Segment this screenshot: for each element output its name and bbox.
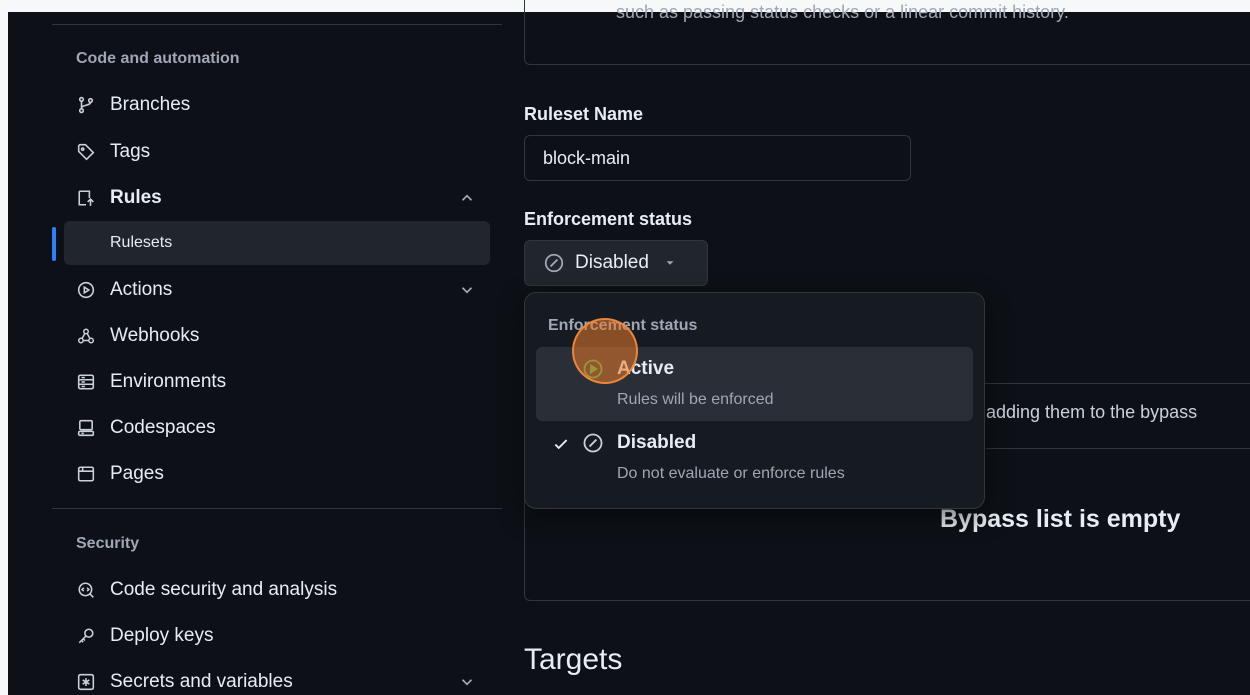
enforcement-status-label: Enforcement status bbox=[524, 209, 693, 229]
chevron-up-icon[interactable] bbox=[458, 189, 476, 207]
sidebar-item-rulesets[interactable]: Rulesets bbox=[64, 221, 490, 265]
sidebar-item-label: Codespaces bbox=[110, 417, 216, 438]
sidebar-item-label: Branches bbox=[110, 94, 191, 115]
sidebar-divider bbox=[52, 508, 502, 509]
sidebar-item-tags[interactable]: Tags bbox=[64, 131, 490, 173]
sidebar-heading-code-automation: Code and automation bbox=[76, 50, 240, 67]
sidebar-item-label: Environments bbox=[110, 371, 227, 392]
sidebar-item-label: Webhooks bbox=[110, 325, 200, 346]
sidebar-item-actions[interactable]: Actions bbox=[64, 269, 490, 311]
chevron-down-icon[interactable] bbox=[458, 673, 476, 691]
sidebar-item-label: Pages bbox=[110, 463, 164, 484]
enforcement-status-button[interactable]: Disabled bbox=[524, 240, 708, 286]
sidebar-item-deploy-keys[interactable]: Deploy keys bbox=[64, 615, 490, 657]
chevron-down-icon[interactable] bbox=[458, 281, 476, 299]
disabled-circle-icon bbox=[583, 433, 603, 453]
sidebar-item-label: Tags bbox=[110, 141, 151, 162]
codescan-icon bbox=[76, 580, 96, 600]
disabled-circle-icon bbox=[544, 253, 564, 273]
bypass-hint-text: adding them to the bypass bbox=[986, 402, 1198, 422]
check-icon bbox=[554, 439, 568, 450]
bypass-divider bbox=[986, 448, 1250, 449]
sidebar-item-label: Deploy keys bbox=[110, 625, 214, 646]
rules-icon bbox=[76, 188, 96, 208]
webhook-icon bbox=[76, 326, 96, 346]
click-cursor-indicator bbox=[572, 318, 638, 384]
ruleset-name-label: Ruleset Name bbox=[524, 104, 644, 124]
tag-icon bbox=[76, 142, 96, 162]
codespaces-icon bbox=[76, 418, 96, 438]
sidebar-item-environments[interactable]: Environments bbox=[64, 361, 490, 403]
sidebar-item-rules[interactable]: Rules bbox=[64, 177, 490, 219]
ruleset-info-text: such as passing status checks or a linea… bbox=[616, 2, 1069, 22]
option-description: Rules will be enforced bbox=[617, 391, 774, 408]
settings-sidebar: Code and automation Branches Tags Rules … bbox=[52, 12, 502, 695]
option-description: Do not evaluate or enforce rules bbox=[617, 465, 845, 482]
menu-option-disabled[interactable]: Disabled Do not evaluate or enforce rule… bbox=[536, 421, 973, 495]
sidebar-item-label: Rules bbox=[110, 187, 162, 208]
play-circle-icon bbox=[76, 280, 96, 300]
sidebar-item-label: Actions bbox=[110, 279, 173, 300]
sidebar-item-webhooks[interactable]: Webhooks bbox=[64, 315, 490, 357]
asterisk-box-icon bbox=[76, 672, 96, 692]
sidebar-item-pages[interactable]: Pages bbox=[64, 453, 490, 495]
sidebar-item-branches[interactable]: Branches bbox=[64, 84, 490, 126]
git-branch-icon bbox=[76, 95, 96, 115]
server-icon bbox=[76, 372, 96, 392]
sidebar-item-code-security[interactable]: Code security and analysis bbox=[64, 569, 490, 611]
active-indicator bbox=[52, 227, 56, 261]
sidebar-item-label: Secrets and variables bbox=[110, 671, 293, 692]
sidebar-item-codespaces[interactable]: Codespaces bbox=[64, 407, 490, 449]
targets-heading: Targets bbox=[524, 643, 623, 676]
key-icon bbox=[76, 626, 96, 646]
ruleset-name-input[interactable] bbox=[524, 135, 911, 181]
enforcement-status-value: Disabled bbox=[575, 252, 649, 273]
browser-icon bbox=[76, 464, 96, 484]
option-name: Disabled bbox=[617, 432, 697, 453]
sidebar-item-label: Code security and analysis bbox=[110, 579, 338, 600]
window-frame-left bbox=[0, 0, 8, 695]
sidebar-divider bbox=[52, 24, 502, 25]
caret-down-icon bbox=[666, 261, 674, 265]
bypass-empty-message: Bypass list is empty bbox=[940, 505, 1181, 533]
sidebar-item-secrets[interactable]: Secrets and variables bbox=[64, 661, 490, 695]
sidebar-heading-security: Security bbox=[76, 535, 140, 552]
